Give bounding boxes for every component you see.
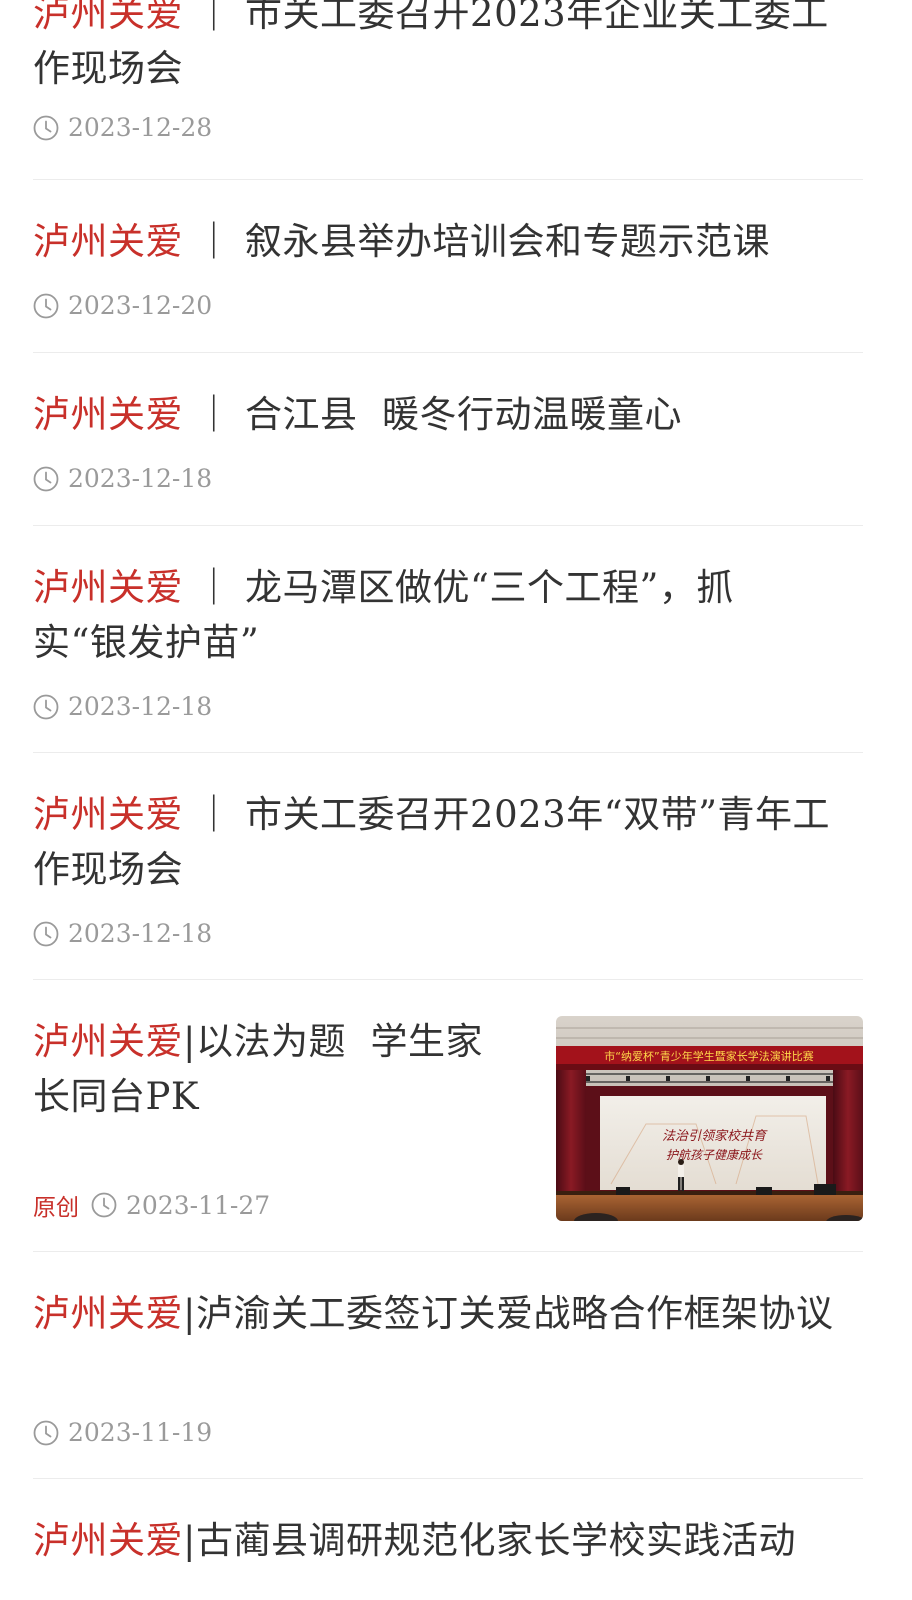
article-brand: 泸州关爱 (33, 566, 183, 609)
article-date: 2023-12-28 (68, 113, 213, 142)
article-item[interactable]: 泸州关爱 ｜ 合江县 暖冬行动温暖童心 2023-12-18 (33, 353, 863, 526)
clock-icon (33, 1420, 59, 1445)
stage-photo: 市“纳爱杯”青少年学生暨家长学法演讲比赛 法治引领家校共育 护航孩子健康成长 (556, 1016, 863, 1221)
article-meta: 2023-12-18 (33, 919, 212, 948)
article-title-text: 合江县 暖冬行动温暖童心 (245, 393, 683, 436)
article-meta: 2023-12-18 (33, 692, 212, 721)
article-item[interactable]: 泸州关爱 ｜ 市关工委召开2023年企业关工委工作现场会 2023-12-28 (33, 0, 863, 180)
banner-text: 市“纳爱杯”青少年学生暨家长学法演讲比赛 (604, 1049, 813, 1063)
clock-icon (33, 115, 59, 140)
article-title[interactable]: 泸州关爱|以法为题 学生家长同台PK (33, 980, 513, 1124)
article-brand: 泸州关爱 (33, 793, 183, 836)
article-meta: 原创 2023-11-27 (33, 1188, 270, 1222)
original-tag: 原创 (33, 1195, 79, 1221)
article-date: 2023-12-18 (68, 464, 213, 493)
article-brand: 泸州关爱 (33, 1020, 183, 1063)
article-date: 2023-12-20 (68, 291, 213, 320)
article-thumbnail[interactable]: 市“纳爱杯”青少年学生暨家长学法演讲比赛 法治引领家校共育 护航孩子健康成长 (556, 1016, 863, 1221)
article-title-text: 古蔺县调研规范化家长学校实践活动 (195, 1519, 796, 1562)
article-meta: 2023-11-19 (33, 1418, 212, 1447)
article-brand: 泸州关爱 (33, 393, 183, 436)
article-title[interactable]: 泸州关爱 ｜ 市关工委召开2023年企业关工委工作现场会 (33, 0, 863, 96)
article-date: 2023-12-18 (68, 919, 213, 948)
title-separator: ｜ (195, 0, 233, 35)
article-item[interactable]: 泸州关爱 ｜ 龙马潭区做优“三个工程”，抓实“银发护苗” 2023-12-18 (33, 526, 863, 753)
article-title[interactable]: 泸州关爱 ｜ 市关工委召开2023年“双带”青年工作现场会 (33, 753, 863, 897)
clock-icon (33, 921, 59, 946)
article-item[interactable]: 泸州关爱|古蔺县调研规范化家长学校实践活动 (33, 1479, 863, 1599)
article-item[interactable]: 泸州关爱|泸渝关工委签订关爱战略合作框架协议 2023-11-19 (33, 1252, 863, 1479)
article-title[interactable]: 泸州关爱|古蔺县调研规范化家长学校实践活动 (33, 1479, 863, 1568)
title-separator: ｜ (195, 566, 233, 609)
title-separator: ｜ (195, 220, 233, 263)
screen-line-1: 法治引领家校共育 (662, 1128, 768, 1144)
clock-icon (33, 466, 59, 491)
article-title[interactable]: 泸州关爱 ｜ 龙马潭区做优“三个工程”，抓实“银发护苗” (33, 526, 863, 670)
article-brand: 泸州关爱 (33, 1519, 183, 1562)
article-item[interactable]: 泸州关爱 ｜ 叙永县举办培训会和专题示范课 2023-12-20 (33, 180, 863, 353)
article-title[interactable]: 泸州关爱 ｜ 叙永县举办培训会和专题示范课 (33, 180, 863, 269)
title-separator: ｜ (195, 793, 233, 836)
article-meta: 2023-12-20 (33, 291, 212, 320)
article-brand: 泸州关爱 (33, 0, 183, 35)
article-date: 2023-11-19 (68, 1418, 213, 1447)
title-separator: | (183, 1519, 196, 1562)
clock-icon (33, 694, 59, 719)
clock-icon (33, 293, 59, 318)
article-date: 2023-11-27 (126, 1190, 271, 1220)
article-meta: 2023-12-18 (33, 464, 212, 493)
article-item[interactable]: 泸州关爱 ｜ 市关工委召开2023年“双带”青年工作现场会 2023-12-18 (33, 753, 863, 980)
article-meta: 2023-12-28 (33, 113, 212, 142)
article-brand: 泸州关爱 (33, 1292, 183, 1335)
title-separator: ｜ (195, 393, 233, 436)
clock-icon (91, 1192, 117, 1218)
article-brand: 泸州关爱 (33, 220, 183, 263)
article-date: 2023-12-18 (68, 692, 213, 721)
article-title-text: 泸渝关工委签订关爱战略合作框架协议 (195, 1292, 834, 1335)
article-title-text: 叙永县举办培训会和专题示范课 (245, 220, 771, 263)
title-separator: | (183, 1292, 196, 1335)
article-title[interactable]: 泸州关爱 ｜ 合江县 暖冬行动温暖童心 (33, 353, 863, 442)
article-list: 泸州关爱 ｜ 市关工委召开2023年企业关工委工作现场会 2023-12-28 … (33, 0, 863, 1599)
title-separator: | (183, 1020, 196, 1063)
article-title[interactable]: 泸州关爱|泸渝关工委签订关爱战略合作框架协议 (33, 1252, 863, 1341)
article-item[interactable]: 泸州关爱|以法为题 学生家长同台PK 原创 2023-11-27 市“纳爱杯”青… (33, 980, 863, 1252)
